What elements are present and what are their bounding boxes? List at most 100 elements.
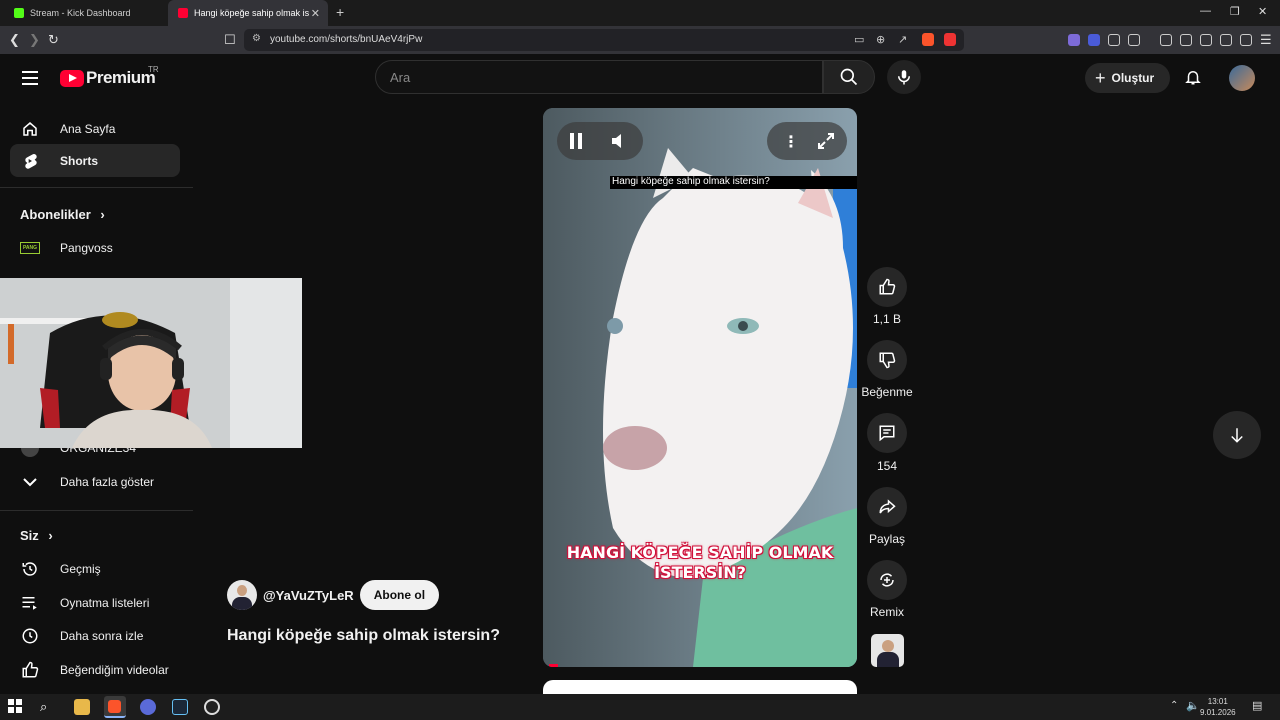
sidebar-item-pangvoss[interactable]: PANG Pangvoss	[10, 231, 180, 264]
video-frame	[543, 108, 857, 667]
obs-icon[interactable]	[204, 699, 220, 715]
webcam-image	[0, 278, 302, 448]
notification-center-icon[interactable]: ▤	[1252, 699, 1262, 712]
arrow-down-icon	[1231, 428, 1243, 443]
logo-text: Premium	[86, 68, 156, 87]
next-short-button[interactable]	[1213, 411, 1261, 459]
new-tab-icon[interactable]: +	[336, 4, 344, 20]
sidebar-item-watch-later[interactable]: Daha sonra izle	[10, 619, 180, 652]
channel-row: @YaVuZTyLeR Abone ol	[227, 580, 440, 610]
share-button[interactable]	[867, 487, 907, 527]
home-icon	[20, 120, 40, 138]
sidebar-item-history[interactable]: Geçmiş	[10, 552, 180, 585]
steam-icon[interactable]	[172, 699, 188, 715]
minimize-icon[interactable]: —	[1200, 5, 1211, 17]
voice-search-button[interactable]	[887, 60, 921, 94]
mute-button[interactable]	[611, 133, 629, 154]
sidebar-icon[interactable]	[1180, 34, 1192, 46]
restore-icon[interactable]: ❐	[1230, 5, 1240, 18]
back-icon[interactable]: ❮	[9, 32, 20, 48]
sidebar-item-home[interactable]: Ana Sayfa	[10, 112, 180, 145]
zoom-icon[interactable]: ⊕	[876, 33, 885, 46]
bookmark-icon[interactable]: ☐	[224, 32, 236, 48]
media-icon[interactable]	[1160, 34, 1172, 46]
sidebar-item-liked-videos[interactable]: Beğendiğim videolar	[10, 653, 180, 686]
discord-icon[interactable]	[140, 699, 156, 715]
video-progress-bar[interactable]	[549, 664, 558, 667]
create-label: Oluştur	[1111, 71, 1155, 85]
reload-icon[interactable]: ↻	[48, 32, 59, 48]
show-more-button[interactable]: Daha fazla göster	[10, 465, 180, 498]
player-controls-left	[557, 122, 643, 160]
search-icon[interactable]: ⌕	[40, 699, 56, 715]
search-input[interactable]: Ara	[375, 60, 823, 94]
pause-button[interactable]	[569, 133, 583, 154]
extension-icon[interactable]	[1088, 34, 1100, 46]
more-options-icon[interactable]: ⋮	[783, 132, 799, 152]
channel-avatar[interactable]	[227, 580, 257, 610]
fullscreen-button[interactable]	[817, 132, 835, 155]
close-tab-icon[interactable]: ✕	[311, 7, 320, 20]
comment-icon	[879, 425, 895, 442]
youtube-premium-logo[interactable]: Premium TR	[60, 65, 159, 88]
clock-time: 13:01	[1207, 697, 1228, 706]
sidebar-item-playlists[interactable]: Oynatma listeleri	[10, 586, 180, 619]
tab-youtube-short[interactable]: Hangi köpeğe sahip olmak is ✕	[168, 0, 328, 26]
puzzle-icon[interactable]	[1108, 34, 1120, 46]
remix-button[interactable]	[867, 560, 907, 600]
clock-icon	[20, 627, 40, 645]
volume-tray-icon[interactable]: 🔈	[1186, 699, 1200, 712]
bell-icon	[1185, 71, 1201, 85]
extension-icon[interactable]	[1128, 34, 1140, 46]
next-short-preview[interactable]	[543, 680, 857, 694]
like-button[interactable]	[867, 267, 907, 307]
short-title: Hangi köpeğe sahip olmak istersin?	[227, 627, 500, 644]
account-avatar[interactable]	[1229, 65, 1255, 91]
subscribe-button[interactable]: Abone ol	[359, 580, 440, 610]
comments-button[interactable]	[867, 413, 907, 453]
search-button[interactable]	[823, 60, 875, 94]
notifications-button[interactable]	[1184, 67, 1202, 92]
dislike-button[interactable]	[867, 340, 907, 380]
show-more-label: Daha fazla göster	[60, 474, 155, 489]
you-heading[interactable]: Siz ›	[20, 528, 53, 543]
tab-title: Stream - Kick Dashboard	[30, 8, 131, 18]
close-window-icon[interactable]: ✕	[1258, 5, 1267, 18]
forward-icon[interactable]: ❯	[29, 32, 40, 48]
extension-icon[interactable]	[1068, 34, 1080, 46]
youtube-page: Premium TR Ara + Oluştur Ana Sayfa Shorts…	[0, 54, 1280, 694]
address-bar[interactable]: ⚙ youtube.com/shorts/bnUAeV4rjPw ▭ ⊕ ↗	[244, 29, 964, 51]
share-icon[interactable]: ↗	[898, 33, 907, 46]
leo-icon[interactable]	[1220, 34, 1232, 46]
thumbs-up-icon	[879, 278, 896, 295]
site-info-icon[interactable]: ⚙	[252, 33, 261, 44]
wallet-icon[interactable]	[1200, 34, 1212, 46]
tab-kick-dashboard[interactable]: Stream - Kick Dashboard	[4, 0, 164, 26]
youtube-play-icon	[60, 69, 84, 87]
youtube-icon	[178, 8, 188, 18]
sidebar-item-label: Beğendiğim videolar	[60, 662, 169, 677]
caption-line: HANGİ KÖPEĞE SAHİP OLMAK	[566, 543, 834, 562]
vpn-icon[interactable]	[1240, 34, 1252, 46]
short-video-player[interactable]: ⋮ Hangi köpeğe sahip olmak istersin? HAN…	[543, 108, 857, 667]
remix-icon	[880, 573, 894, 587]
sidebar-item-shorts[interactable]: Shorts	[10, 144, 180, 177]
cast-icon[interactable]: ▭	[854, 33, 864, 46]
brave-shield-icon[interactable]	[922, 33, 934, 46]
subscriptions-heading[interactable]: Abonelikler ›	[20, 207, 105, 222]
shorts-icon	[20, 152, 40, 170]
brave-browser-icon[interactable]	[104, 696, 126, 718]
brave-rewards-icon[interactable]	[944, 33, 956, 46]
file-explorer-icon[interactable]	[74, 699, 90, 715]
menu-icon[interactable]: ☰	[1260, 32, 1272, 48]
volume-icon	[612, 134, 621, 148]
sound-thumbnail[interactable]	[871, 634, 904, 667]
video-caption: HANGİ KÖPEĞE SAHİP OLMAK İSTERSİN?	[543, 543, 857, 583]
hamburger-menu-icon[interactable]	[22, 71, 38, 89]
sidebar-item-label: Geçmiş	[60, 561, 101, 576]
create-button[interactable]: + Oluştur	[1085, 63, 1170, 93]
tray-chevron-icon[interactable]: ⌃	[1170, 700, 1178, 711]
system-clock[interactable]: 13:01 9.01.2026	[1200, 696, 1236, 718]
channel-name[interactable]: @YaVuZTyLeR	[263, 588, 354, 603]
windows-start-icon[interactable]	[8, 699, 24, 715]
